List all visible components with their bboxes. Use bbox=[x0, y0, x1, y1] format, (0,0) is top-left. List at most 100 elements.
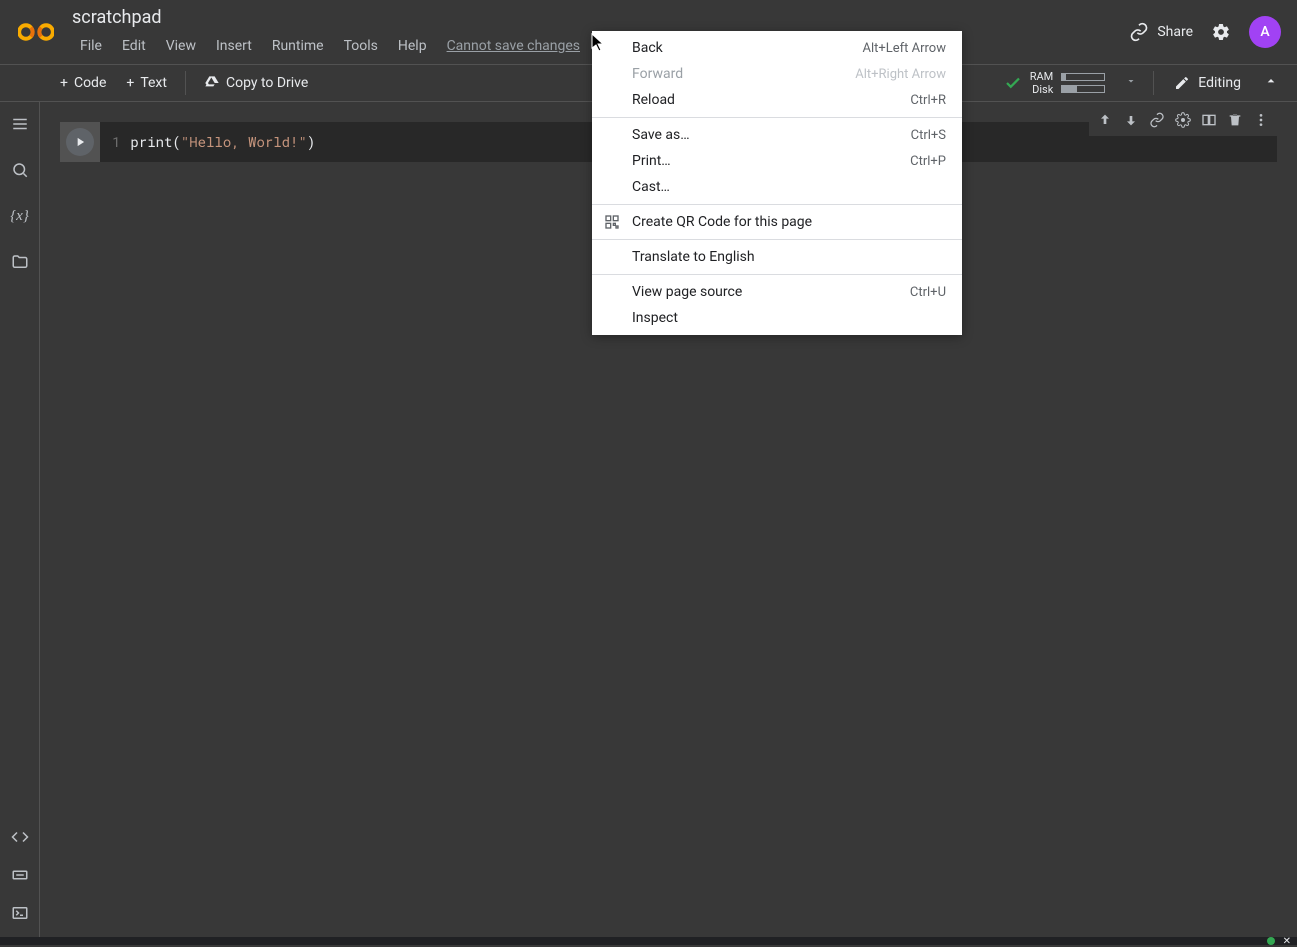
status-bar: ✕ bbox=[0, 937, 1297, 945]
context-menu-separator bbox=[592, 204, 962, 205]
keyboard-icon bbox=[11, 866, 29, 884]
colab-logo[interactable] bbox=[16, 12, 56, 52]
disk-label: Disk bbox=[1030, 83, 1054, 96]
context-menu-label: Translate to English bbox=[632, 249, 946, 265]
qr-code-icon bbox=[604, 214, 620, 230]
context-menu-label: Reload bbox=[632, 92, 910, 108]
share-label: Share bbox=[1157, 24, 1193, 40]
line-number: 1 bbox=[112, 132, 120, 152]
add-code-label: Code bbox=[74, 75, 106, 91]
separator bbox=[1153, 71, 1154, 95]
code-icon bbox=[11, 828, 29, 846]
resource-bars bbox=[1061, 73, 1105, 93]
mirror-cell-button[interactable] bbox=[1197, 108, 1221, 132]
check-icon bbox=[1004, 74, 1022, 92]
menu-runtime[interactable]: Runtime bbox=[264, 34, 332, 58]
context-menu-label: Create QR Code for this page bbox=[632, 214, 946, 230]
context-menu-item-create-qr-code-for-this-page[interactable]: Create QR Code for this page bbox=[592, 209, 962, 235]
context-menu-item-translate-to-english[interactable]: Translate to English bbox=[592, 244, 962, 270]
run-cell-button[interactable] bbox=[60, 122, 100, 162]
code-content: print("Hello, World!") bbox=[130, 132, 315, 152]
more-cell-button[interactable] bbox=[1249, 108, 1273, 132]
ram-label: RAM bbox=[1030, 70, 1054, 83]
context-menu-item-inspect[interactable]: Inspect bbox=[592, 305, 962, 331]
settings-button[interactable] bbox=[1209, 20, 1233, 44]
search-icon bbox=[11, 161, 29, 179]
code-snippets-button[interactable] bbox=[8, 825, 32, 849]
context-menu-shortcut: Ctrl+U bbox=[910, 285, 946, 300]
resource-labels: RAM Disk bbox=[1030, 70, 1054, 96]
files-button[interactable] bbox=[8, 250, 32, 274]
chevron-up-icon bbox=[1263, 73, 1279, 89]
context-menu-label: Forward bbox=[632, 66, 855, 82]
arrow-down-icon bbox=[1123, 112, 1139, 128]
share-button[interactable]: Share bbox=[1129, 22, 1193, 42]
context-menu-label: View page source bbox=[632, 284, 910, 300]
status-dot bbox=[1267, 937, 1275, 945]
context-menu-item-view-page-source[interactable]: View page sourceCtrl+U bbox=[592, 279, 962, 305]
context-menu-shortcut: Ctrl+S bbox=[911, 128, 946, 143]
toc-button[interactable] bbox=[8, 112, 32, 136]
separator bbox=[185, 71, 186, 95]
terminal-icon bbox=[11, 904, 29, 922]
gear-icon bbox=[1175, 112, 1191, 128]
move-up-button[interactable] bbox=[1093, 108, 1117, 132]
menu-tools[interactable]: Tools bbox=[336, 34, 386, 58]
resource-indicator[interactable]: RAM Disk bbox=[992, 70, 1118, 96]
variable-icon: {x} bbox=[10, 208, 29, 225]
variables-button[interactable]: {x} bbox=[8, 204, 32, 228]
ram-bar bbox=[1061, 73, 1105, 81]
link-cell-button[interactable] bbox=[1145, 108, 1169, 132]
editing-label: Editing bbox=[1198, 75, 1241, 91]
sidebar: {x} bbox=[0, 102, 40, 937]
play-icon bbox=[73, 135, 87, 149]
add-text-label: Text bbox=[140, 75, 167, 91]
context-menu-label: Back bbox=[632, 40, 862, 56]
context-menu-item-back[interactable]: BackAlt+Left Arrow bbox=[592, 35, 962, 61]
context-menu-item-reload[interactable]: ReloadCtrl+R bbox=[592, 87, 962, 113]
editing-mode-button[interactable]: Editing bbox=[1162, 69, 1253, 97]
command-palette-button[interactable] bbox=[8, 863, 32, 887]
context-menu-separator bbox=[592, 117, 962, 118]
copy-drive-label: Copy to Drive bbox=[226, 75, 308, 91]
header-right: Share A bbox=[1129, 16, 1281, 48]
notebook-title[interactable]: scratchpad bbox=[72, 7, 1129, 30]
search-button[interactable] bbox=[8, 158, 32, 182]
move-down-button[interactable] bbox=[1119, 108, 1143, 132]
menu-edit[interactable]: Edit bbox=[114, 34, 154, 58]
menu-file[interactable]: File bbox=[72, 34, 110, 58]
add-code-button[interactable]: + Code bbox=[50, 69, 116, 97]
context-menu-label: Print… bbox=[632, 153, 910, 169]
cell-settings-button[interactable] bbox=[1171, 108, 1195, 132]
gear-icon bbox=[1211, 22, 1231, 42]
cannot-save-link[interactable]: Cannot save changes bbox=[439, 34, 588, 58]
context-menu-label: Inspect bbox=[632, 310, 946, 326]
menu-insert[interactable]: Insert bbox=[208, 34, 260, 58]
cell-toolbar bbox=[1089, 104, 1277, 136]
delete-cell-button[interactable] bbox=[1223, 108, 1247, 132]
context-menu-item-save-as[interactable]: Save as…Ctrl+S bbox=[592, 122, 962, 148]
context-menu-shortcut: Alt+Left Arrow bbox=[862, 41, 946, 56]
copy-to-drive-button[interactable]: Copy to Drive bbox=[194, 69, 318, 97]
context-menu-shortcut: Ctrl+P bbox=[910, 154, 946, 169]
context-menu-separator bbox=[592, 239, 962, 240]
trash-icon bbox=[1227, 112, 1243, 128]
drive-icon bbox=[204, 75, 220, 91]
menu-view[interactable]: View bbox=[158, 34, 204, 58]
resource-dropdown[interactable] bbox=[1117, 75, 1145, 91]
plus-icon: + bbox=[60, 75, 68, 91]
disk-bar bbox=[1061, 85, 1105, 93]
menu-help[interactable]: Help bbox=[390, 34, 435, 58]
context-menu-item-print[interactable]: Print…Ctrl+P bbox=[592, 148, 962, 174]
mirror-icon bbox=[1201, 112, 1217, 128]
context-menu-item-cast[interactable]: Cast… bbox=[592, 174, 962, 200]
context-menu-separator bbox=[592, 274, 962, 275]
terminal-button[interactable] bbox=[8, 901, 32, 925]
add-text-button[interactable]: + Text bbox=[116, 69, 177, 97]
pencil-icon bbox=[1174, 75, 1190, 91]
context-menu-label: Cast… bbox=[632, 179, 946, 195]
avatar[interactable]: A bbox=[1249, 16, 1281, 48]
browser-context-menu: BackAlt+Left ArrowForwardAlt+Right Arrow… bbox=[592, 31, 962, 335]
collapse-button[interactable] bbox=[1253, 67, 1289, 99]
link-icon bbox=[1149, 112, 1165, 128]
